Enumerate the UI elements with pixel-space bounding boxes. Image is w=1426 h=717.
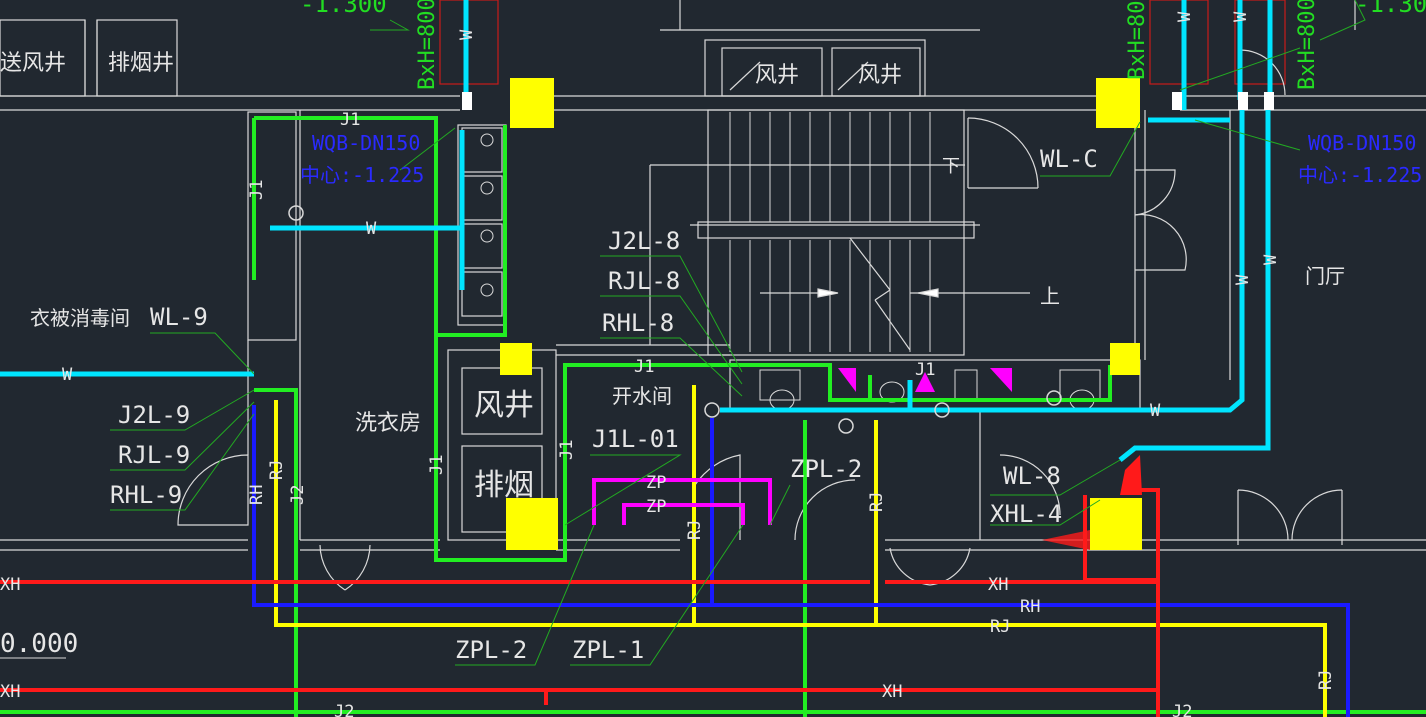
duct-size-left: BxH=800: [415, 0, 440, 90]
label-rj-far: RJ: [1316, 670, 1336, 690]
room-linen-disinfection: 衣被消毒间: [30, 306, 130, 330]
tag-wl-9: WL-9: [150, 303, 208, 331]
tag-rhl-8: RHL-8: [602, 309, 674, 337]
label-w-5: W: [1261, 254, 1281, 265]
room-smoke-shaft: 排烟井: [108, 51, 174, 76]
label-w-7: W: [1231, 11, 1251, 22]
label-rh-horiz: RH: [1020, 597, 1040, 617]
label-xh-bottom-left: XH: [0, 682, 20, 702]
wqb-tag-left: WQB-DN150: [312, 131, 420, 155]
label-rh-left: RH: [247, 485, 267, 505]
label-rj-right: RJ: [867, 492, 887, 512]
label-j1-room: J1: [557, 440, 577, 460]
elevation-top-left: -1.300: [300, 0, 387, 18]
room-wind-shaft-1: 风井: [755, 63, 799, 88]
duct-size-right-2: BxH=800: [1295, 0, 1320, 90]
room-laundry: 洗衣房: [355, 411, 421, 436]
tag-wl-8: WL-8: [1003, 462, 1061, 490]
center-elev-left: 中心:-1.225: [300, 163, 424, 187]
label-w-1: W: [366, 219, 377, 239]
tag-wl-c: WL-C: [1040, 145, 1098, 173]
label-w-2: W: [62, 365, 73, 385]
label-j2-bottom-1: J2: [334, 702, 354, 717]
room-boiling-water: 开水间: [612, 384, 672, 408]
tag-rhl-9: RHL-9: [110, 481, 182, 509]
label-xh-bottom-mid: XH: [882, 682, 902, 702]
label-xh-left: XH: [0, 575, 20, 595]
room-vertical-shaft: 风井: [474, 388, 534, 423]
label-j1-top: J1: [340, 110, 360, 130]
label-zp-1: ZP: [646, 473, 666, 493]
center-elev-right: 中心:-1.225: [1298, 163, 1422, 187]
label-w-4: W: [1233, 274, 1253, 285]
room-smoke-vertical: 排烟: [474, 468, 534, 503]
room-wind-shaft-2: 风井: [858, 63, 902, 88]
label-rj-left: RJ: [267, 460, 287, 480]
tag-j1l-01: J1L-01: [592, 425, 679, 453]
tag-rjl-9: RJL-9: [118, 441, 190, 469]
tag-zpl-2-upper: ZPL-2: [790, 455, 862, 483]
stair-up-label: 上: [1040, 284, 1060, 308]
label-rj-horiz: RJ: [990, 617, 1010, 637]
room-supply-air-shaft: 送风井: [0, 51, 66, 76]
label-rj-mid: RJ: [685, 520, 705, 540]
label-j1-right: J1: [915, 360, 935, 380]
drawing-background: [0, 0, 1426, 717]
cad-floor-plan: 送风井 排烟井 风井 风井 衣被消毒间 洗衣房 风井 排烟 开水间 门厅 下 上…: [0, 0, 1426, 717]
elevation-ground: 0.000: [0, 629, 78, 659]
label-j2-vert: J2: [288, 485, 308, 505]
wqb-tag-right: WQB-DN150: [1308, 131, 1416, 155]
tag-zpl-1: ZPL-1: [572, 636, 644, 664]
tag-zpl-2-lower: ZPL-2: [455, 636, 527, 664]
elevation-top-right: -1.300: [1355, 0, 1426, 18]
label-j1-left: J1: [247, 180, 267, 200]
tag-j2l-9: J2L-9: [118, 401, 190, 429]
tag-xhl-4: XHL-4: [990, 500, 1062, 528]
tag-rjl-8: RJL-8: [608, 267, 680, 295]
label-j1-shaft: J1: [427, 455, 447, 475]
label-w-8: W: [457, 29, 477, 40]
label-j1-mid: J1: [634, 357, 654, 377]
stair-down-label: 下: [942, 156, 960, 177]
tag-j2l-8: J2L-8: [608, 227, 680, 255]
label-w-3: W: [1150, 401, 1161, 421]
label-j2-bottom-2: J2: [1172, 702, 1192, 717]
label-zp-2: ZP: [646, 497, 666, 517]
label-xh-mid: XH: [988, 575, 1008, 595]
room-lobby: 门厅: [1305, 264, 1345, 288]
duct-size-right-1: BxH=800: [1125, 0, 1150, 80]
label-w-6: W: [1175, 11, 1195, 22]
